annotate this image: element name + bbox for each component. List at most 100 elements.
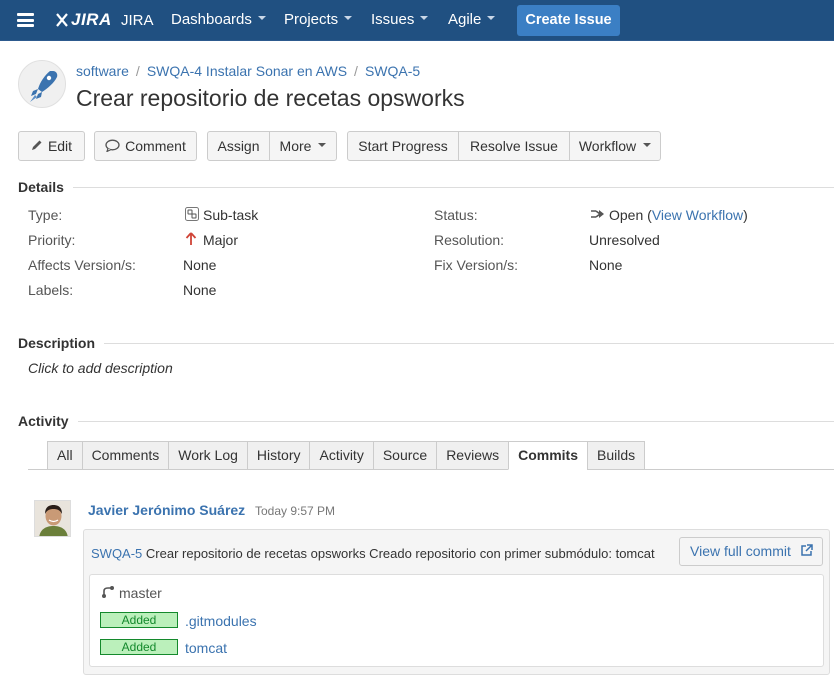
user-photo-icon: [35, 501, 70, 536]
project-avatar[interactable]: [18, 60, 66, 108]
status-open-icon: [591, 210, 604, 219]
commit-issue-key-link[interactable]: SWQA-5: [91, 546, 142, 561]
tab-reviews[interactable]: Reviews: [436, 441, 509, 470]
resolution-label: Resolution:: [434, 232, 505, 248]
tab-source[interactable]: Source: [372, 441, 437, 470]
assign-more-group: Assign More: [207, 131, 337, 161]
breadcrumb: software / SWQA-4 Instalar Sonar en AWS / SW…: [76, 63, 420, 79]
commit-message-text: Crear repositorio de recetas opsworks Cr…: [145, 546, 655, 561]
breadcrumb-parent-issue[interactable]: SWQA-4 Instalar Sonar en AWS: [147, 63, 347, 79]
status-value: Open (View Workflow): [590, 207, 748, 223]
edit-label: Edit: [47, 138, 73, 154]
status-paren-close: ): [743, 207, 748, 223]
view-full-commit-button[interactable]: View full commit: [679, 537, 823, 566]
commit-timestamp: Today 9:57 PM: [255, 504, 336, 518]
priority-label: Priority:: [28, 232, 76, 248]
assign-button[interactable]: Assign: [208, 132, 270, 160]
description-divider: [104, 343, 834, 344]
more-button[interactable]: More: [270, 132, 336, 160]
type-value[interactable]: Sub-task: [185, 207, 258, 223]
tab-comments[interactable]: Comments: [81, 441, 169, 470]
more-label: More: [279, 138, 312, 154]
jira-logo[interactable]: JIRA: [55, 9, 112, 31]
labels-label: Labels:: [28, 282, 74, 298]
pencil-icon: [31, 140, 42, 151]
affects-version-label: Affects Version/s:: [28, 257, 136, 273]
fix-version-label: Fix Version/s:: [434, 257, 519, 273]
menu-hamburger-icon[interactable]: [17, 13, 34, 27]
breadcrumb-issue-key[interactable]: SWQA-5: [365, 63, 420, 79]
file-status-badge: Added: [100, 612, 178, 628]
file-link[interactable]: tomcat: [185, 640, 227, 656]
nav-agile-label: Agile: [448, 11, 482, 28]
nav-issues-label: Issues: [371, 11, 415, 28]
chevron-down-icon: [487, 16, 496, 21]
workflow-label: Workflow: [578, 138, 637, 154]
activity-heading[interactable]: Activity: [18, 413, 69, 429]
fix-version-value[interactable]: None: [589, 257, 622, 273]
top-navigation-bar: JIRA JIRA Dashboards Projects Issues Agi…: [0, 0, 834, 41]
priority-text: Major: [203, 232, 239, 248]
chevron-down-icon: [643, 143, 652, 148]
avatar[interactable]: [34, 500, 71, 537]
nav-dashboards[interactable]: Dashboards: [171, 11, 266, 28]
tab-builds[interactable]: Builds: [587, 441, 646, 470]
type-label: Type:: [28, 207, 63, 223]
nav-agile[interactable]: Agile: [448, 11, 496, 28]
breadcrumb-separator: /: [354, 63, 358, 79]
nav-issues[interactable]: Issues: [371, 11, 429, 28]
breadcrumb-separator: /: [135, 63, 140, 79]
rocket-icon: [30, 71, 58, 102]
external-link-icon: [801, 544, 813, 557]
view-full-commit-label: View full commit: [690, 543, 791, 559]
create-issue-button[interactable]: Create Issue: [517, 5, 620, 36]
jira-logo-icon: [56, 13, 68, 27]
branch-name: master: [119, 585, 162, 601]
branch-info: master: [101, 585, 162, 601]
comment-button[interactable]: Comment: [94, 131, 197, 161]
nav-dashboards-label: Dashboards: [171, 11, 252, 28]
affects-version-value[interactable]: None: [183, 257, 216, 273]
activity-tabs: All Comments Work Log History Activity S…: [47, 441, 646, 470]
file-link[interactable]: .gitmodules: [185, 613, 257, 629]
speech-bubble-icon: [105, 139, 120, 152]
breadcrumb-project[interactable]: software: [76, 63, 129, 79]
chevron-down-icon: [344, 16, 353, 21]
nav-projects[interactable]: Projects: [284, 11, 353, 28]
file-status-badge: Added: [100, 639, 178, 655]
status-text: Open: [609, 207, 644, 223]
priority-value[interactable]: Major: [185, 232, 238, 248]
tab-work-log[interactable]: Work Log: [168, 441, 247, 470]
tab-commits[interactable]: Commits: [508, 441, 587, 470]
chevron-down-icon: [257, 16, 266, 21]
view-workflow-link[interactable]: View Workflow: [652, 207, 743, 223]
logo-wordmark: JIRA: [71, 10, 112, 29]
comment-label: Comment: [125, 138, 186, 154]
workflow-button[interactable]: Workflow: [570, 132, 660, 160]
labels-value[interactable]: None: [183, 282, 216, 298]
resolve-issue-button[interactable]: Resolve Issue: [459, 132, 570, 160]
branch-icon: [102, 586, 114, 599]
arrow-up-icon: [185, 232, 197, 246]
workflow-actions-group: Start Progress Resolve Issue Workflow: [347, 131, 661, 161]
app-name: JIRA: [121, 12, 154, 29]
description-heading[interactable]: Description: [18, 335, 95, 351]
details-divider: [73, 187, 834, 188]
tab-activity[interactable]: Activity: [309, 441, 373, 470]
start-progress-button[interactable]: Start Progress: [348, 132, 459, 160]
tab-history[interactable]: History: [246, 441, 310, 470]
tab-all[interactable]: All: [47, 441, 82, 470]
status-label: Status:: [434, 207, 478, 223]
chevron-down-icon: [318, 143, 327, 148]
edit-button[interactable]: Edit: [18, 131, 85, 161]
description-placeholder[interactable]: Click to add description: [28, 360, 173, 376]
type-text: Sub-task: [203, 207, 259, 223]
activity-divider: [78, 421, 834, 422]
commit-message: SWQA-5 Crear repositorio de recetas opsw…: [91, 546, 655, 561]
issue-title[interactable]: Crear repositorio de recetas opsworks: [76, 85, 465, 112]
commit-author-link[interactable]: Javier Jerónimo Suárez: [88, 502, 245, 518]
subtask-icon: [185, 207, 199, 222]
details-heading[interactable]: Details: [18, 179, 64, 195]
resolution-value: Unresolved: [589, 232, 660, 248]
chevron-down-icon: [420, 16, 429, 21]
